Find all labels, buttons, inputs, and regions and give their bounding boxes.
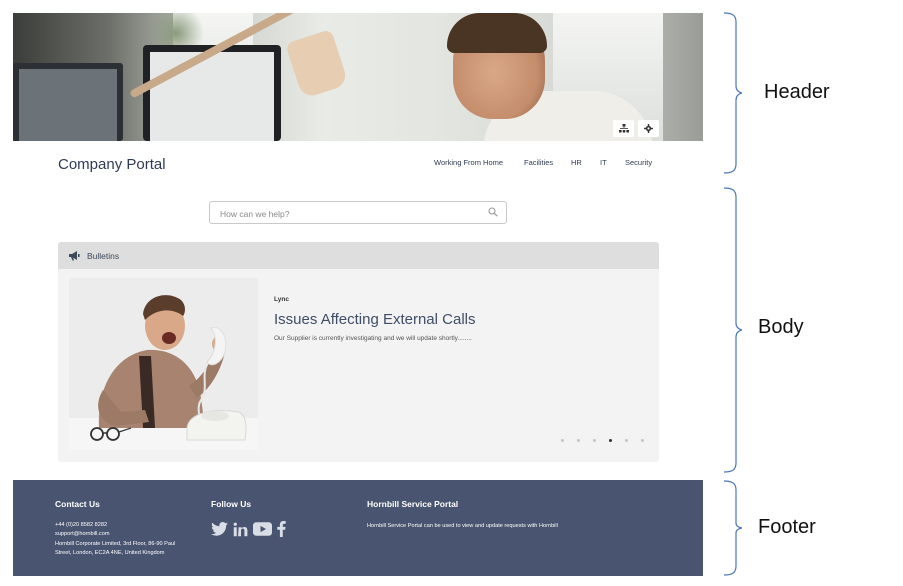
youtube-icon[interactable] [253, 522, 272, 536]
bulletin-description: Our Supplier is currently investigating … [274, 335, 472, 342]
linkedin-icon[interactable] [233, 522, 248, 537]
nav-item-security[interactable]: Security [625, 158, 652, 167]
person-hair [447, 13, 547, 53]
portal-description: Hornbill Service Portal can be used to v… [367, 523, 558, 529]
bulletins-header: Bulletins [58, 242, 659, 269]
search-icon[interactable] [488, 207, 498, 217]
carousel-dot[interactable] [641, 439, 644, 442]
bulletin-image[interactable] [69, 278, 258, 450]
bulletins-title: Bulletins [87, 251, 120, 261]
brand-title[interactable]: Company Portal [58, 156, 166, 173]
carousel-dot-active[interactable] [609, 439, 612, 442]
footer-bracket [722, 480, 742, 576]
bulletins-card: Bulletins Lync Issues Affecting External… [58, 242, 659, 462]
carousel-dot[interactable] [577, 439, 580, 442]
annotation-header-label: Header [764, 81, 830, 103]
bulletin-title[interactable]: Issues Affecting External Calls [274, 311, 476, 328]
sitemap-button[interactable] [613, 120, 634, 137]
nav-item-hr[interactable]: HR [571, 158, 582, 167]
portal-heading: Hornbill Service Portal [367, 499, 459, 509]
search-box[interactable] [209, 201, 507, 224]
annotation-footer-label: Footer [758, 516, 816, 538]
angry-phone-man-illustration [69, 295, 258, 450]
gear-icon [644, 124, 653, 133]
bulletin-category: Lync [274, 296, 289, 303]
sitemap-icon [618, 124, 629, 133]
settings-button[interactable] [638, 120, 659, 137]
header-banner-image [13, 13, 703, 141]
carousel-indicators [561, 439, 644, 442]
contact-address-line1: Hornbill Corporate Limited, 3rd Floor, 8… [55, 541, 176, 547]
social-links [211, 520, 286, 538]
search-input[interactable] [218, 206, 482, 222]
carousel-dot[interactable] [561, 439, 564, 442]
monitor [143, 45, 281, 141]
footer: Contact Us +44 (0)20 8582 8282 support@h… [13, 480, 703, 576]
facebook-icon[interactable] [277, 521, 286, 537]
contact-email[interactable]: support@hornbill.com [55, 530, 110, 539]
megaphone-icon [69, 251, 80, 261]
nav-item-it[interactable]: IT [600, 158, 607, 167]
desk-lamp-head [285, 29, 349, 99]
follow-heading: Follow Us [211, 499, 252, 509]
contact-address-line2: Street, London, EC2A 4NE, United Kingdom [55, 550, 165, 556]
header-bracket [722, 12, 742, 174]
monitor [13, 63, 123, 141]
annotation-body-label: Body [758, 316, 804, 338]
nav-item-working-from-home[interactable]: Working From Home [434, 158, 503, 167]
carousel-dot[interactable] [625, 439, 628, 442]
contact-phone[interactable]: +44 (0)20 8582 8282 [55, 521, 107, 530]
body-bracket [722, 187, 742, 473]
nav-item-facilities[interactable]: Facilities [524, 158, 553, 167]
twitter-icon[interactable] [211, 522, 228, 536]
carousel-dot[interactable] [593, 439, 596, 442]
contact-heading: Contact Us [55, 499, 100, 509]
